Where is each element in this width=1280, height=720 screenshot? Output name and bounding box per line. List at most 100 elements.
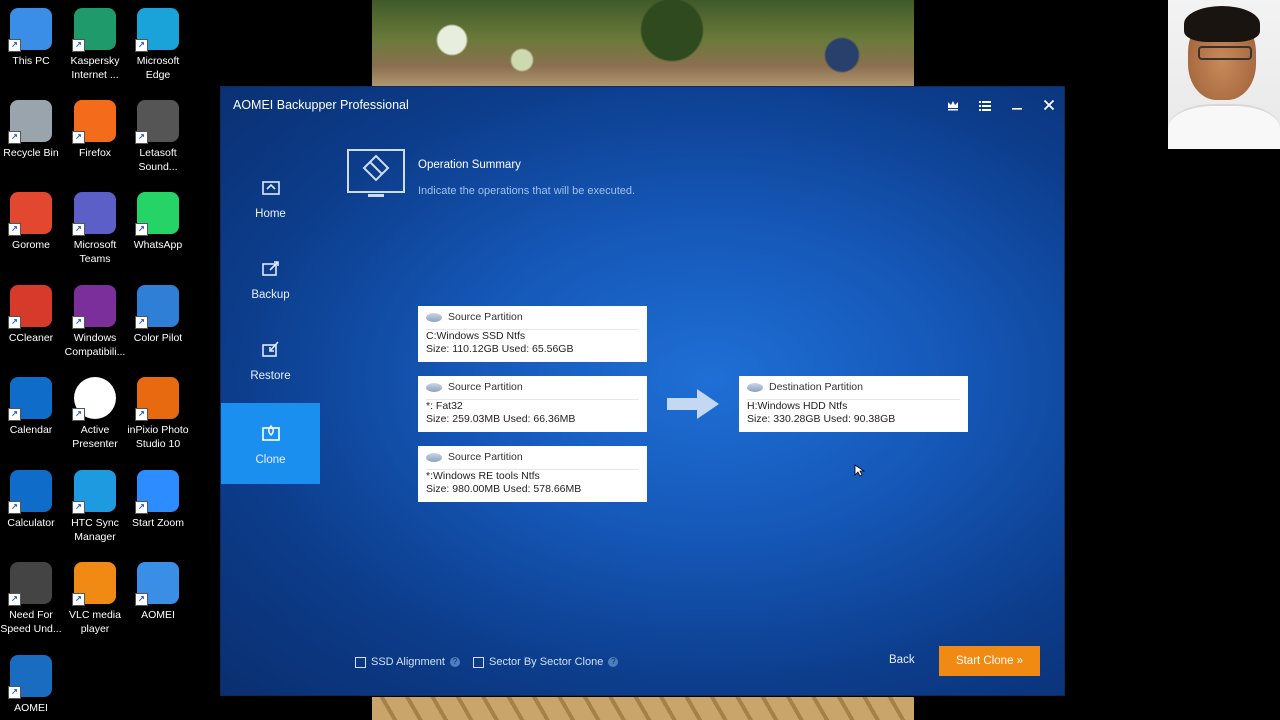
shortcut-arrow-icon: ↗	[135, 316, 148, 329]
desktop-shortcut-label: Start Zoom	[132, 517, 184, 529]
nav-item-home[interactable]: Home	[221, 167, 320, 248]
letasoft-sound-icon: ↗	[135, 100, 179, 144]
desktop-shortcut[interactable]: ↗ Gorome	[0, 192, 62, 252]
desktop-shortcut-label: Letasoft Sound...	[138, 147, 178, 173]
desktop-shortcut[interactable]: ↗ Start Zoom	[127, 470, 189, 530]
desktop-shortcut-label: Microsoft Edge	[136, 55, 180, 81]
ssd-alignment-option[interactable]: SSD Alignment ?	[355, 656, 460, 668]
desktop-shortcut[interactable]: ↗ Kaspersky Internet ...	[64, 8, 126, 82]
desktop-shortcut[interactable]: ↗ Recycle Bin	[0, 100, 62, 160]
help-icon[interactable]: ?	[608, 657, 619, 667]
vlc-icon: ↗	[72, 562, 116, 606]
desktop-shortcut[interactable]: ↗ Calculator	[0, 470, 62, 530]
ccleaner-icon: ↗	[8, 285, 52, 329]
close-icon[interactable]	[1039, 95, 1059, 115]
desktop-shortcut[interactable]: ↗ Microsoft Teams	[64, 192, 126, 266]
wallpaper-top	[372, 0, 914, 88]
window-title: AOMEI Backupper Professional	[233, 98, 409, 112]
photo-shirt	[1168, 104, 1280, 149]
shortcut-arrow-icon: ↗	[8, 501, 21, 514]
desktop-shortcut[interactable]: ↗ inPixio Photo Studio 10	[127, 377, 189, 451]
destination-partition-card: Destination Partition H:Windows HDD Ntfs…	[739, 376, 968, 432]
desktop-shortcut[interactable]: ↗ AOMEI	[0, 655, 62, 715]
operation-summary-icon	[347, 149, 405, 197]
sector-clone-option[interactable]: Sector By Sector Clone ?	[473, 656, 619, 668]
card-header: Source Partition	[426, 380, 523, 394]
desktop-shortcut[interactable]: ↗ Active Presenter	[64, 377, 126, 451]
desktop-shortcut[interactable]: ↗ Color Pilot	[127, 285, 189, 345]
source-partition-card: Source Partition *:Windows RE tools Ntfs…	[418, 446, 647, 502]
nav-item-clone[interactable]: Clone	[221, 403, 320, 484]
partition-name: C:Windows SSD Ntfs	[426, 330, 526, 342]
desktop-shortcut[interactable]: ↗ Firefox	[64, 100, 126, 160]
sidebar-nav: Home Backup Restore Clone	[221, 123, 320, 695]
title-bar: AOMEI Backupper Professional	[221, 87, 1064, 123]
desktop-shortcut-label: AOMEI	[14, 702, 48, 714]
kaspersky-icon: ↗	[72, 8, 116, 52]
app-window: AOMEI Backupper Professional Home Backup…	[221, 87, 1064, 695]
shortcut-arrow-icon: ↗	[72, 223, 85, 236]
arrow-right-icon	[667, 389, 719, 419]
color-pilot-icon: ↗	[135, 285, 179, 329]
shortcut-arrow-icon: ↗	[8, 131, 21, 144]
desktop-shortcut-label: Need For Speed Und...	[0, 609, 62, 635]
desktop-shortcut-label: HTC Sync Manager	[71, 517, 119, 543]
nav-label-home: Home	[255, 208, 286, 220]
shortcut-arrow-icon: ↗	[135, 408, 148, 421]
desktop-shortcut[interactable]: ↗ Letasoft Sound...	[127, 100, 189, 174]
minimize-icon[interactable]	[1007, 95, 1027, 115]
source-partition-card: Source Partition C:Windows SSD Ntfs Size…	[418, 306, 647, 362]
shortcut-arrow-icon: ↗	[72, 408, 85, 421]
summary-title: Operation Summary	[418, 159, 521, 171]
shortcut-arrow-icon: ↗	[72, 316, 85, 329]
desktop-shortcut-label: AOMEI	[141, 609, 175, 621]
mouse-cursor-icon	[854, 464, 866, 477]
desktop-shortcut-label: Color Pilot	[133, 332, 183, 344]
desktop-shortcut-label: Calendar	[9, 424, 53, 436]
shortcut-arrow-icon: ↗	[72, 593, 85, 606]
shortcut-arrow-icon: ↗	[72, 131, 85, 144]
disk-icon	[747, 382, 763, 392]
help-icon[interactable]: ?	[449, 657, 460, 667]
aomei-icon-1: ↗	[135, 562, 179, 606]
start-clone-button[interactable]: Start Clone »	[939, 646, 1040, 676]
shortcut-arrow-icon: ↗	[8, 408, 21, 421]
clone-icon	[261, 425, 280, 441]
desktop-shortcut[interactable]: ↗ HTC Sync Manager	[64, 470, 126, 544]
disk-icon	[426, 452, 442, 462]
nav-item-restore[interactable]: Restore	[221, 329, 320, 410]
desktop-shortcut-label: Recycle Bin	[3, 147, 59, 159]
desktop-shortcut[interactable]: ↗ CCleaner	[0, 285, 62, 345]
shortcut-arrow-icon: ↗	[8, 593, 21, 606]
desktop-shortcut-label: Kaspersky Internet ...	[70, 55, 120, 81]
menu-icon[interactable]	[975, 95, 995, 115]
htc-sync-icon: ↗	[72, 470, 116, 514]
shortcut-arrow-icon: ↗	[72, 501, 85, 514]
partition-name: *:Windows RE tools Ntfs	[426, 470, 540, 482]
nav-label-restore: Restore	[250, 370, 291, 382]
sector-clone-checkbox[interactable]	[473, 656, 484, 668]
ssd-alignment-checkbox[interactable]	[355, 656, 366, 668]
partition-name: H:Windows HDD Ntfs	[747, 400, 848, 412]
desktop-shortcut[interactable]: ↗ Microsoft Edge	[127, 8, 189, 82]
back-button[interactable]: Back	[889, 654, 915, 666]
desktop-shortcut-label: WhatsApp	[133, 239, 183, 251]
desktop-shortcut[interactable]: ↗ Windows Compatibili...	[64, 285, 126, 359]
sector-clone-label: Sector By Sector Clone	[489, 656, 604, 668]
card-header-label: Destination Partition	[769, 381, 863, 393]
zoom-icon: ↗	[135, 470, 179, 514]
desktop-shortcut[interactable]: ↗ VLC media player	[64, 562, 126, 636]
disk-icon	[426, 382, 442, 392]
home-icon	[261, 181, 280, 195]
crown-upgrade-icon[interactable]	[943, 95, 963, 115]
photo-glasses	[1198, 46, 1252, 60]
shortcut-arrow-icon: ↗	[135, 131, 148, 144]
desktop-shortcut[interactable]: ↗ Need For Speed Und...	[0, 562, 62, 636]
desktop-shortcut[interactable]: ↗ Calendar	[0, 377, 62, 437]
shortcut-arrow-icon: ↗	[135, 39, 148, 52]
desktop-shortcut[interactable]: ↗ AOMEI	[127, 562, 189, 622]
desktop-shortcut[interactable]: ↗ This PC	[0, 8, 62, 68]
nav-item-backup[interactable]: Backup	[221, 248, 320, 329]
desktop-shortcut[interactable]: ↗ WhatsApp	[127, 192, 189, 252]
shortcut-arrow-icon: ↗	[8, 316, 21, 329]
